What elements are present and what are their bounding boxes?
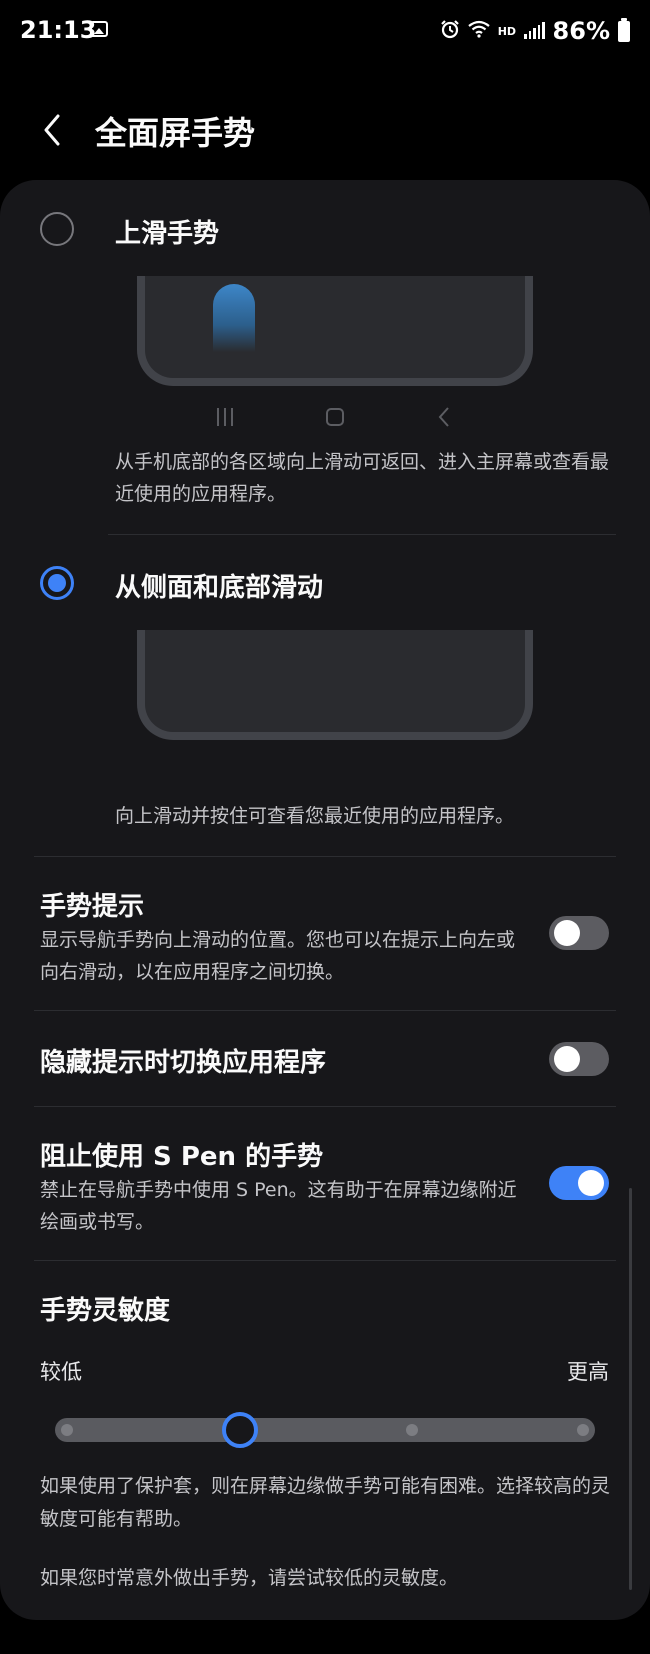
radio-button-selected[interactable] [40,566,74,600]
slider-thumb[interactable] [222,1412,258,1448]
status-bar: 21:13 HD 86% [0,0,650,64]
block-spen-toggle[interactable] [549,1166,609,1200]
gallery-icon [90,21,108,37]
status-time: 21:13 [20,16,97,44]
gesture-hint-toggle[interactable] [549,916,609,950]
divider [34,1106,616,1107]
sensitivity-high-label: 更高 [567,1360,609,1384]
recents-icon [217,408,233,426]
back-button[interactable] [38,110,74,150]
wifi-icon [468,20,490,42]
alarm-icon [440,19,460,43]
status-icons: HD 86% [440,16,630,46]
swipe-indicator [213,284,255,352]
hd-badge: HD [497,24,517,38]
setting-title: 隐藏提示时切换应用程序 [40,1048,327,1078]
toggle-knob [554,1046,580,1072]
battery-icon [618,17,630,42]
setting-subtitle: 显示导航手势向上滑动的位置。您也可以在提示上向左或向右滑动，以在应用程序之间切换… [40,929,516,983]
setting-title: 阻止使用 S Pen 的手势 [40,1142,324,1172]
divider [108,534,616,535]
back-icon [438,407,449,427]
setting-title: 手势提示 [40,892,145,922]
option-description: 向上滑动并按住可查看您最近使用的应用程序。 [115,805,515,827]
battery-percent: 86% [552,17,610,45]
toggle-knob [554,920,580,946]
slider-step [61,1424,73,1436]
signal-icon [524,22,545,39]
scrollbar[interactable] [629,1188,632,1590]
option-label: 从侧面和底部滑动 [115,573,324,603]
option-label: 上滑手势 [115,219,220,249]
app-header: 全面屏手势 [0,100,650,160]
radio-button[interactable] [40,212,74,246]
option-swipe-up[interactable]: 上滑手势 [0,200,650,260]
sensitivity-slider[interactable] [55,1412,595,1448]
sensitivity-low-label: 较低 [40,1360,82,1384]
divider [34,1260,616,1261]
sensitivity-title: 手势灵敏度 [40,1296,171,1326]
nav-buttons-illustration [200,404,490,434]
switch-apps-toggle[interactable] [549,1042,609,1076]
swipe-up-illustration [137,276,533,386]
home-icon [326,408,344,426]
option-side-bottom-swipe[interactable]: 从侧面和底部滑动 [0,554,650,614]
slider-step [406,1424,418,1436]
setting-subtitle: 禁止在导航手势中使用 S Pen。这有助于在屏幕边缘附近绘画或书写。 [40,1179,517,1233]
divider [34,856,616,857]
page-title: 全面屏手势 [95,114,256,152]
option-description: 从手机底部的各区域向上滑动可返回、进入主屏幕或查看最近使用的应用程序。 [115,451,610,505]
chevron-left-icon [44,114,60,146]
settings-card: 上滑手势 从手机底部的各区域向上滑动可返回、进入主屏幕或查看最近使用的应用程序。… [0,180,650,1620]
slider-step [577,1424,589,1436]
toggle-knob [578,1170,604,1196]
divider [34,1010,616,1011]
sensitivity-note: 如果使用了保护套，则在屏幕边缘做手势可能有困难。选择较高的灵敏度可能有帮助。 [40,1475,611,1530]
side-swipe-illustration [137,630,533,740]
sensitivity-note: 如果您时常意外做出手势，请尝试较低的灵敏度。 [40,1567,459,1589]
